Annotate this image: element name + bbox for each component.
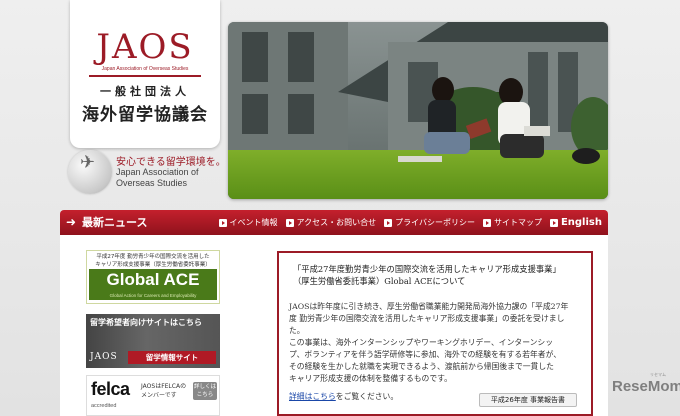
arrow-right-icon: ➜ <box>66 215 77 229</box>
ryugaku-info-button[interactable]: 留学情報サイト <box>128 351 216 364</box>
felca-banner[interactable]: felca accredited JAOSはFELCAのメンバーです 詳しくはこ… <box>86 375 220 416</box>
nav-item-sitemap[interactable]: サイトマップ <box>482 217 542 228</box>
tagline-en-line2: Overseas Studies <box>116 178 188 188</box>
nav-item-label: English <box>560 217 602 228</box>
logo-brand: JAOS <box>96 27 194 67</box>
nav-item-label: サイトマップ <box>493 218 542 227</box>
notice-body-line: この事業は、海外インターンシップやワーキングホリデー、インターンシッ <box>289 338 553 347</box>
logo-rule <box>89 75 201 77</box>
logo-english-name: Japan Association of Overseas Studies <box>101 66 189 72</box>
nav-item-label: アクセス・お問い合せ <box>296 218 377 227</box>
annual-report-button[interactable]: 平成26年度 事業報告書 <box>479 393 577 407</box>
notice-link-suffix: をご覧ください。 <box>335 392 399 401</box>
ace-banner-line2: キャリア形成支援事業（厚生労働省委託事業） <box>95 262 211 268</box>
notice-body-line: その経験を生かした就職を実現できるよう、渡航前から帰国後まで一貫した <box>289 362 554 371</box>
nav-item-english[interactable]: English <box>549 217 602 228</box>
felca-accredited: accredited <box>91 403 117 409</box>
ryugaku-banner-jaos: JAOS <box>90 352 118 362</box>
nav-item-events[interactable]: イベント情報 <box>218 217 278 228</box>
tagline-en-line1: Japan Association of <box>116 167 199 177</box>
notice-body-line: 度 勤労青少年の国際交流を活用したキャリア形成支援事業」の委託を受けまし <box>289 314 565 323</box>
chevron-right-icon <box>482 218 491 227</box>
chevron-right-icon <box>218 218 227 227</box>
felca-member-text: JAOSはFELCAのメンバーです <box>141 383 187 399</box>
hero-illustration <box>228 22 608 199</box>
notice-body-line: た。 <box>289 326 305 335</box>
nav-item-access-contact[interactable]: アクセス・お問い合せ <box>285 217 377 228</box>
resemom-watermark: ReseMom <box>612 378 680 395</box>
latest-news-label: 最新ニュース <box>82 216 148 229</box>
latest-news-heading[interactable]: ➜ 最新ニュース <box>64 210 147 235</box>
nav-item-label: プライバシーポリシー <box>395 218 475 227</box>
notice-title-line2: （厚生労働省委託事業）Global ACEについて <box>293 276 466 286</box>
chevron-right-icon <box>549 218 558 227</box>
tagline: ✈ 安心できる留学環境を。 Japan Association of Overs… <box>62 150 230 200</box>
logo-jp-line1: 一般社団法人 <box>100 85 190 98</box>
site-logo[interactable]: JAOS Japan Association of Overseas Studi… <box>70 0 220 148</box>
nav-item-label: イベント情報 <box>229 218 278 227</box>
notice-title-line1: 「平成27年度勤労青少年の国際交流を活用したキャリア形成支援事業」 <box>293 264 561 274</box>
nav-item-privacy-policy[interactable]: プライバシーポリシー <box>384 217 475 228</box>
nav-bar: ➜ 最新ニュース イベント情報 アクセス・お問い合せ プライバシーポリシー サイ… <box>60 210 608 235</box>
ace-banner-title: Global ACE <box>89 269 217 291</box>
notice-body-line: プ、ボランティアを伴う語学研修等に参加、海外での経験を有する若年者が、 <box>289 350 562 359</box>
resemom-watermark-kana: リセマム <box>650 372 666 377</box>
details-link[interactable]: 詳細はこちら <box>289 392 336 401</box>
notice-body-line: キャリア形成支援の体制を整備するものです。 <box>289 374 452 383</box>
ryugaku-banner-text: 留学希望者向けサイトはこちら <box>90 318 202 327</box>
chevron-right-icon <box>384 218 393 227</box>
tagline-main: 安心できる留学環境を。 <box>116 157 226 168</box>
ace-banner-subtitle: Global Action for Careers and Employabil… <box>89 291 217 300</box>
chevron-right-icon <box>285 218 294 227</box>
global-ace-banner[interactable]: 平成27年度 勤労青少年の国際交流を活用した キャリア形成支援事業（厚生労働省委… <box>86 250 220 304</box>
ace-banner-line1: 平成27年度 勤労青少年の国際交流を活用した <box>96 254 210 260</box>
global-ace-notice: 「平成27年度勤労青少年の国際交流を活用したキャリア形成支援事業」 （厚生労働省… <box>277 251 593 416</box>
airplane-icon: ✈ <box>80 152 96 173</box>
logo-jp-line2: 海外留学協議会 <box>82 105 208 125</box>
felca-logo: felca <box>91 379 130 399</box>
notice-body-line: JAOSは昨年度に引き続き、厚生労働省職業能力開発局海外協力課の「平成27年 <box>289 302 569 311</box>
hero-image <box>228 22 608 199</box>
nav-links: イベント情報 アクセス・お問い合せ プライバシーポリシー サイトマップ Engl… <box>218 210 602 235</box>
notice-body: JAOSは昨年度に引き続き、厚生労働省職業能力開発局海外協力課の「平成27年 度… <box>289 301 587 385</box>
felca-details-button[interactable]: 詳しくはこちら <box>193 382 217 400</box>
study-abroad-site-banner[interactable]: 留学希望者向けサイトはこちら JAOS 留学情報サイト <box>86 314 220 368</box>
notice-link-line: 詳細はこちらをご覧ください。 <box>289 391 398 402</box>
